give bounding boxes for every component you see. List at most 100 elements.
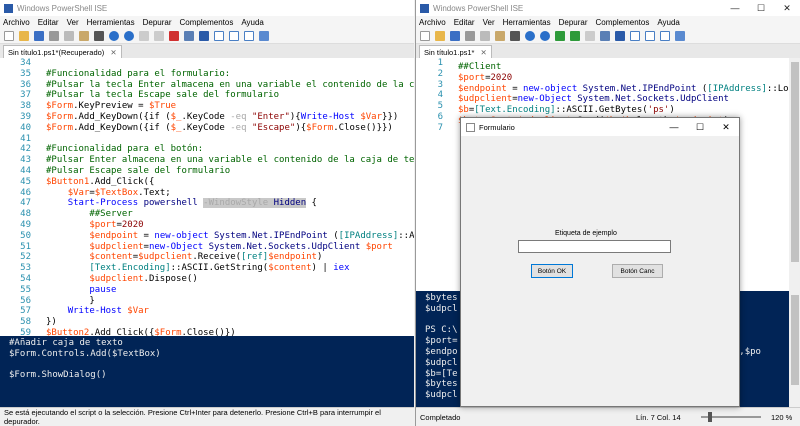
layout-side-icon[interactable]: [645, 31, 655, 41]
menu-editar[interactable]: Editar: [38, 18, 59, 27]
code-line[interactable]: #Funcionalidad para el botón:: [46, 144, 414, 155]
code-line[interactable]: $port=2020: [46, 220, 414, 231]
console-scrollbar[interactable]: [789, 291, 800, 407]
menu-complementos[interactable]: Complementos: [180, 18, 234, 27]
code-line[interactable]: pause: [46, 285, 414, 296]
close-icon[interactable]: ✕: [774, 0, 800, 16]
open-folder-icon[interactable]: [435, 31, 445, 41]
code-line[interactable]: #Pulsar la tecla Escape sale del formula…: [46, 90, 414, 101]
menu-ayuda[interactable]: Ayuda: [241, 18, 264, 27]
tab-script[interactable]: Sin título1.ps1*(Recuperado) ✕: [3, 45, 122, 58]
layout-icon[interactable]: [630, 31, 640, 41]
editor-scrollbar[interactable]: [789, 58, 800, 291]
scrollbar-thumb[interactable]: [791, 295, 799, 385]
code-area[interactable]: #Funcionalidad para el formulario: #Pulsa…: [46, 58, 414, 336]
powershell-console-icon[interactable]: [199, 31, 209, 41]
clear-icon[interactable]: [510, 31, 520, 41]
undo-icon[interactable]: [109, 31, 119, 41]
code-line[interactable]: ##Client: [458, 62, 789, 73]
menu-editar[interactable]: Editar: [454, 18, 475, 27]
close-icon[interactable]: ✕: [110, 48, 116, 57]
cancel-button[interactable]: Botón Canc: [612, 264, 663, 278]
copy-icon[interactable]: [480, 31, 490, 41]
code-line[interactable]: $Form.Add_KeyDown({if ($_.KeyCode -eq "E…: [46, 123, 414, 134]
tab-script[interactable]: Sin título1.ps1* ✕: [419, 45, 492, 58]
redo-icon[interactable]: [540, 31, 550, 41]
new-file-icon[interactable]: [4, 31, 14, 41]
run-selection-icon[interactable]: [570, 31, 580, 41]
close-icon[interactable]: ✕: [480, 48, 486, 57]
code-line[interactable]: [46, 134, 414, 145]
zoom-slider-thumb[interactable]: [708, 412, 712, 422]
stop-icon[interactable]: [585, 31, 595, 41]
layout-icon[interactable]: [214, 31, 224, 41]
minimize-icon[interactable]: —: [722, 0, 748, 16]
code-line[interactable]: $content=$udpclient.Receive([ref]$endpoi…: [46, 252, 414, 263]
cut-icon[interactable]: [465, 31, 475, 41]
code-line[interactable]: $Form.Add_KeyDown({if ($_.KeyCode -eq "E…: [46, 112, 414, 123]
menu-ver[interactable]: Ver: [67, 18, 79, 27]
menu-archivo[interactable]: Archivo: [3, 18, 30, 27]
console-pane[interactable]: #Añadir caja de texto $Form.Controls.Add…: [0, 336, 414, 407]
layout-max-icon[interactable]: [244, 31, 254, 41]
clear-icon[interactable]: [94, 31, 104, 41]
stop-icon[interactable]: [169, 31, 179, 41]
code-line[interactable]: [Text.Encoding]::ASCII.GetString($conten…: [46, 263, 414, 274]
run-icon[interactable]: [555, 31, 565, 41]
scrollbar-thumb[interactable]: [791, 62, 799, 262]
code-line[interactable]: [46, 58, 414, 69]
undo-icon[interactable]: [525, 31, 535, 41]
code-line[interactable]: $Button2.Add_Click({$Form.Close()}): [46, 328, 414, 336]
menu-archivo[interactable]: Archivo: [419, 18, 446, 27]
code-line[interactable]: $port=2020: [458, 73, 789, 84]
ok-button[interactable]: Botón OK: [531, 264, 573, 278]
save-icon[interactable]: [34, 31, 44, 41]
menu-herramientas[interactable]: Herramientas: [87, 18, 135, 27]
code-line[interactable]: Start-Process powershell -WindowStyle Hi…: [46, 198, 414, 209]
redo-icon[interactable]: [124, 31, 134, 41]
code-line[interactable]: $Form.KeyPreview = $True: [46, 101, 414, 112]
paste-icon[interactable]: [79, 31, 89, 41]
menu-depurar[interactable]: Depurar: [143, 18, 172, 27]
show-commands-icon[interactable]: [675, 31, 685, 41]
run-icon[interactable]: [139, 31, 149, 41]
menu-herramientas[interactable]: Herramientas: [503, 18, 551, 27]
maximize-icon[interactable]: ☐: [748, 0, 774, 16]
layout-side-icon[interactable]: [229, 31, 239, 41]
minimize-icon[interactable]: —: [661, 118, 687, 136]
code-line[interactable]: $b=[Text.Encoding]::ASCII.GetBytes('ps'): [458, 105, 789, 116]
open-folder-icon[interactable]: [19, 31, 29, 41]
menu-depurar[interactable]: Depurar: [559, 18, 588, 27]
code-line[interactable]: $endpoint = new-object System.Net.IPEndP…: [458, 84, 789, 95]
cut-icon[interactable]: [49, 31, 59, 41]
show-commands-icon[interactable]: [259, 31, 269, 41]
code-line[interactable]: $endpoint = new-object System.Net.IPEndP…: [46, 231, 414, 242]
close-icon[interactable]: ✕: [713, 118, 739, 136]
layout-max-icon[interactable]: [660, 31, 670, 41]
code-line[interactable]: $udpclient=new-Object System.Net.Sockets…: [46, 242, 414, 253]
maximize-icon[interactable]: ☐: [687, 118, 713, 136]
text-input[interactable]: [518, 240, 671, 253]
code-line[interactable]: #Pulsar Enter almacena en una variable e…: [46, 155, 414, 166]
code-line[interactable]: #Pulsar la tecla Enter almacena en una v…: [46, 80, 414, 91]
code-line[interactable]: $Button1.Add_Click({: [46, 177, 414, 188]
code-line[interactable]: }): [46, 317, 414, 328]
code-line[interactable]: ##Server: [46, 209, 414, 220]
code-line[interactable]: $udpclient.Dispose(): [46, 274, 414, 285]
code-line[interactable]: Write-Host $Var: [46, 306, 414, 317]
powershell-console-icon[interactable]: [615, 31, 625, 41]
code-line[interactable]: $Var=$TextBox.Text;: [46, 188, 414, 199]
remote-icon[interactable]: [600, 31, 610, 41]
menu-ayuda[interactable]: Ayuda: [657, 18, 680, 27]
script-editor[interactable]: 34 35 36 37 38 39 40 41 42 43 44 45 46 47 48 49 50 51 52 53…: [0, 58, 414, 336]
run-selection-icon[interactable]: [154, 31, 164, 41]
menu-ver[interactable]: Ver: [483, 18, 495, 27]
remote-icon[interactable]: [184, 31, 194, 41]
code-line[interactable]: #Funcionalidad para el formulario:: [46, 69, 414, 80]
code-line[interactable]: }: [46, 296, 414, 307]
menu-complementos[interactable]: Complementos: [596, 18, 650, 27]
copy-icon[interactable]: [64, 31, 74, 41]
code-line[interactable]: $udpclient=new-Object System.Net.Sockets…: [458, 94, 789, 105]
save-icon[interactable]: [450, 31, 460, 41]
new-file-icon[interactable]: [420, 31, 430, 41]
